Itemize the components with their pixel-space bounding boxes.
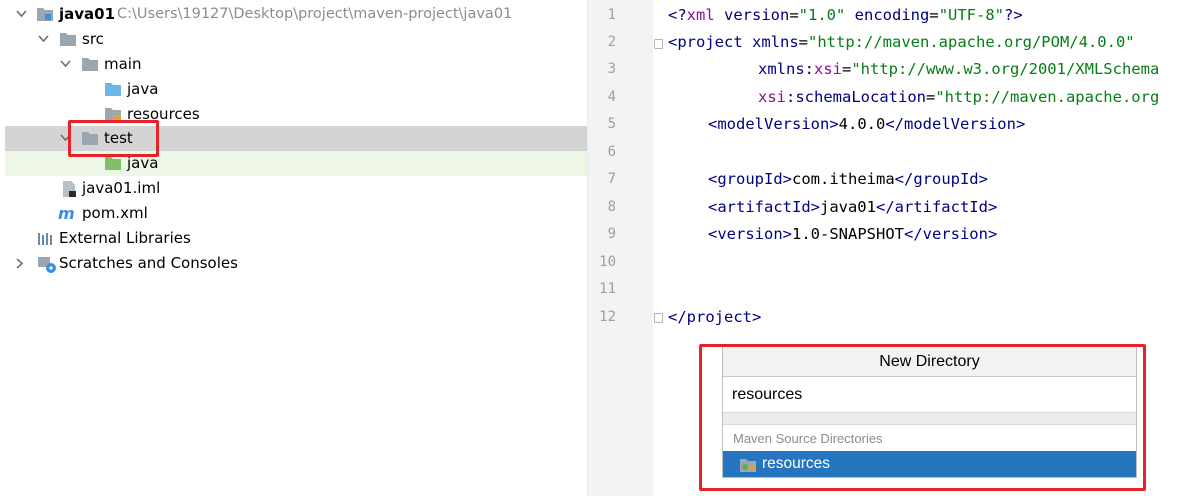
line-number: 7: [607, 171, 616, 187]
svg-text:m: m: [58, 205, 75, 221]
line-number: 12: [599, 309, 616, 325]
tree-label-main: main: [104, 55, 142, 73]
tree-label-iml: java01.iml: [82, 179, 161, 197]
code-line-12: </project>: [668, 308, 762, 326]
annotation-highlight-popup: [699, 344, 1146, 491]
code-line-3: xmlns:xsi="http://www.w3.org/2001/XMLSch…: [758, 60, 1160, 78]
tree-row-project[interactable]: java01 C:\Users\19127\Desktop\project\ma…: [0, 2, 587, 27]
scratches-icon: [37, 251, 57, 276]
source-folder-icon: [104, 77, 122, 102]
tree-row-main[interactable]: main: [0, 52, 587, 77]
code-line-7: <groupId>com.itheima</groupId>: [708, 170, 988, 188]
fold-marker-icon[interactable]: [654, 39, 663, 49]
tree-label-scratches: Scratches and Consoles: [59, 254, 238, 272]
code-line-2: <project xmlns="http://maven.apache.org/…: [668, 33, 1135, 51]
tree-row-pom[interactable]: m pom.xml: [0, 201, 587, 226]
line-number: 4: [607, 89, 616, 105]
line-number: 11: [599, 281, 616, 297]
tree-row-src[interactable]: src: [0, 27, 587, 52]
code-line-9: <version>1.0-SNAPSHOT</version>: [708, 225, 998, 243]
project-path: C:\Users\19127\Desktop\project\maven-pro…: [117, 6, 513, 22]
chevron-down-icon[interactable]: [38, 27, 49, 52]
fold-marker-icon[interactable]: [654, 313, 663, 323]
module-folder-icon: [36, 2, 54, 27]
iml-file-icon: [60, 176, 78, 201]
annotation-highlight-test: [68, 120, 159, 157]
folder-icon: [81, 52, 99, 77]
tree-row-main-java[interactable]: java: [0, 77, 587, 102]
code-line-1: <?xml version="1.0" encoding="UTF-8"?>: [668, 6, 1023, 24]
tree-row-scratches[interactable]: Scratches and Consoles: [0, 251, 587, 276]
line-number: 10: [599, 254, 616, 270]
line-number: 6: [607, 144, 616, 160]
maven-file-icon: m: [58, 201, 78, 226]
line-number: 9: [607, 226, 616, 242]
code-line-8: <artifactId>java01</artifactId>: [708, 198, 998, 216]
line-number: 3: [607, 61, 616, 77]
line-number: 1: [607, 7, 616, 23]
chevron-right-icon[interactable]: [8, 258, 33, 269]
line-gutter: 1 2 3 4 5 6 7 8 9 10 11 12: [588, 0, 653, 496]
tree-label-src: src: [82, 30, 104, 48]
line-number: 5: [607, 116, 616, 132]
code-line-4: xsi:schemaLocation="http://maven.apache.…: [758, 88, 1160, 106]
tree-label-pom: pom.xml: [82, 204, 148, 222]
chevron-down-icon[interactable]: [60, 52, 71, 77]
tree-label-main-java: java: [127, 80, 159, 98]
tree-row-external-libraries[interactable]: External Libraries: [0, 226, 587, 251]
folder-icon: [59, 27, 77, 52]
line-number: 8: [607, 199, 616, 215]
project-name: java01: [59, 5, 116, 23]
project-tree: java01 C:\Users\19127\Desktop\project\ma…: [0, 0, 587, 496]
library-icon: [37, 226, 55, 251]
tree-row-iml[interactable]: java01.iml: [0, 176, 587, 201]
tree-label-external-libraries: External Libraries: [59, 229, 191, 247]
line-number: 2: [607, 34, 616, 50]
chevron-down-icon[interactable]: [16, 2, 27, 27]
code-line-5: <modelVersion>4.0.0</modelVersion>: [708, 115, 1026, 133]
